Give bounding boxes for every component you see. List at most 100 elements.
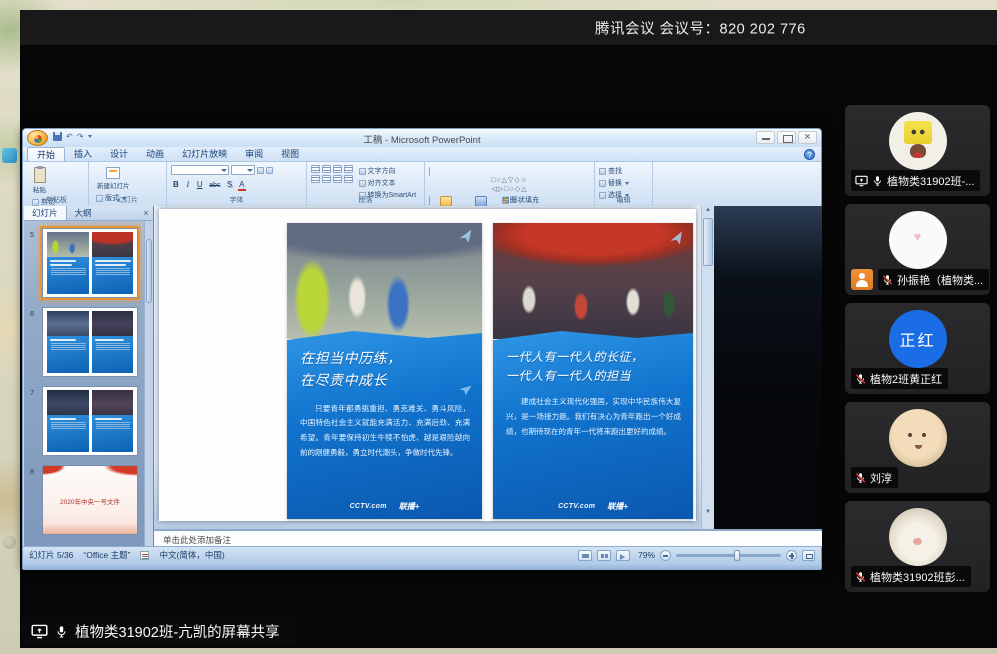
zoom-slider[interactable] [676, 554, 781, 557]
tab-slideshow[interactable]: 幻灯片放映 [173, 147, 236, 161]
align-right-icon[interactable] [333, 175, 342, 183]
office-button[interactable] [27, 130, 48, 146]
bullets-icon[interactable] [311, 165, 320, 173]
panel-tab-slides[interactable]: 幻灯片 [24, 206, 67, 220]
slideshow-view-button[interactable] [616, 550, 630, 561]
scroll-down-icon[interactable]: ▼ [702, 509, 714, 515]
zoom-percentage[interactable]: 79% [635, 550, 655, 560]
language-indicator[interactable]: 中文(简体，中国) [159, 549, 224, 561]
theme-name: “Office 主题” [83, 549, 130, 561]
close-button[interactable] [798, 131, 817, 144]
poster-photo [287, 223, 482, 339]
participant-tile[interactable]: 刘淳 [845, 402, 990, 493]
window-controls [756, 131, 817, 144]
slide-thumbnail[interactable]: 7 [42, 386, 139, 456]
font-color-button[interactable]: A [237, 180, 247, 191]
desktop-shortcut-icon[interactable] [2, 148, 17, 163]
tab-animations[interactable]: 动画 [137, 147, 173, 161]
avatar [889, 211, 947, 269]
align-left-icon[interactable] [311, 175, 320, 183]
slide-thumbnail[interactable]: 8 2020年中央一号文件 [42, 465, 139, 535]
poster-logos: CCTV.com 联播+ [287, 501, 482, 512]
tab-insert[interactable]: 插入 [65, 147, 101, 161]
replace-button[interactable]: 替换 [599, 178, 629, 188]
restore-button[interactable] [777, 131, 796, 144]
panel-close-icon[interactable]: × [139, 206, 153, 220]
redo-icon[interactable]: ↷ [77, 132, 84, 141]
slide-poster-right[interactable]: 一代人有一代人的长征， 一代人有一代人的担当 建成社会主义现代化强国，实现中华民… [493, 223, 693, 519]
group-editing: 查找 替换 选择 编辑 [595, 162, 653, 206]
tab-view[interactable]: 视图 [272, 147, 308, 161]
panel-tab-outline[interactable]: 大纲 [67, 206, 100, 220]
participant-tile[interactable]: 孙振艳（植物类... [845, 204, 990, 295]
poster-photo [493, 223, 693, 339]
bold-button[interactable]: B [171, 178, 181, 189]
mic-on-icon [55, 625, 68, 639]
dropdown-arrow-icon [625, 182, 629, 185]
align-center-icon[interactable] [322, 175, 331, 183]
hand-raised-icon [851, 269, 873, 290]
grow-font-icon[interactable] [257, 167, 264, 174]
paste-button[interactable]: 粘贴 [29, 165, 50, 196]
tab-review[interactable]: 审阅 [236, 147, 272, 161]
fit-to-window-button[interactable] [802, 550, 815, 561]
mic-muted-icon [855, 373, 866, 385]
justify-icon[interactable] [344, 175, 353, 183]
desktop-shortcut-icon[interactable] [3, 536, 16, 549]
participant-tile[interactable]: 植物类31902班-... [845, 105, 990, 196]
notes-pane[interactable]: 单击此处添加备注 [154, 529, 822, 546]
tab-design[interactable]: 设计 [101, 147, 137, 161]
align-text-button[interactable]: 对齐文本 [359, 178, 417, 188]
panel-scrollbar[interactable] [144, 221, 153, 546]
slide-canvas[interactable]: 在担当中历练， 在尽责中成长 只要青年都勇挑重担、勇克难关、勇斗风险，中国特色社… [159, 209, 696, 521]
slide-poster-left[interactable]: 在担当中历练， 在尽责中成长 只要青年都勇挑重担、勇克难关、勇斗风险，中国特色社… [287, 223, 482, 519]
indent-decrease-icon[interactable] [333, 165, 342, 173]
ppt-titlebar[interactable]: ↶ ↷ 工稿 - Microsoft PowerPoint [23, 129, 821, 147]
normal-view-button[interactable] [578, 550, 592, 561]
underline-button[interactable]: U [195, 178, 205, 189]
poster-blue-panel: 在担当中历练， 在尽责中成长 只要青年都勇挑重担、勇克难关、勇斗风险，中国特色社… [287, 331, 482, 519]
minimize-button[interactable] [756, 131, 775, 144]
participant-name-chip: 植物类31902班彭... [851, 566, 971, 587]
ribbon: 粘贴 剪切 复制 格式刷 剪贴板 新建幻灯片 版 [23, 162, 821, 206]
zoom-slider-thumb[interactable] [734, 550, 740, 561]
undo-icon[interactable]: ↶ [66, 132, 73, 141]
replace-icon [599, 180, 606, 187]
scroll-up-icon[interactable]: ▲ [702, 207, 714, 213]
numbering-icon[interactable] [322, 165, 331, 173]
screen-share-icon [31, 624, 48, 639]
font-size-combobox[interactable] [231, 165, 255, 175]
ribbon-tabs: 开始 插入 设计 动画 幻灯片放映 审阅 视图 [23, 147, 821, 162]
scrollbar-thumb[interactable] [703, 218, 713, 266]
slide-sorter-view-button[interactable] [597, 550, 611, 561]
group-drawing: □○△▽◇☆ ◁▷□○◇△ 排列 快速样式 形状填充 形状轮廓 形状效果 [425, 162, 595, 206]
italic-button[interactable]: I [183, 178, 192, 189]
slide-thumbnail[interactable]: 6 [42, 307, 139, 377]
indent-increase-icon[interactable] [344, 165, 353, 173]
shrink-font-icon[interactable] [266, 167, 273, 174]
zoom-in-button[interactable] [786, 550, 797, 561]
new-slide-button[interactable]: 新建幻灯片 [93, 165, 134, 192]
qat-dropdown-icon[interactable] [88, 135, 92, 138]
tab-home[interactable]: 开始 [27, 147, 65, 161]
participant-tile[interactable]: 正红 植物2班黄正红 [845, 303, 990, 394]
slide-scrollbar[interactable]: ▲ ▼ [701, 206, 714, 529]
help-icon[interactable] [804, 149, 815, 160]
save-icon[interactable] [53, 132, 62, 141]
find-button[interactable]: 查找 [599, 166, 629, 176]
participant-tile[interactable]: 植物类31902班彭... [845, 501, 990, 592]
participant-name: 刘淳 [870, 470, 892, 486]
participant-name-chip: 孙振艳（植物类... [878, 269, 989, 290]
shared-screen-region: ↶ ↷ 工稿 - Microsoft PowerPoint 开始 插入 设计 动… [20, 45, 997, 648]
zoom-out-button[interactable] [660, 550, 671, 561]
spellcheck-icon[interactable] [140, 551, 149, 560]
text-direction-button[interactable]: 文字方向 [359, 166, 417, 176]
text-shadow-button[interactable]: S [225, 178, 234, 189]
paper-plane-icon [457, 228, 476, 247]
ppt-status-bar: 幻灯片 5/36 “Office 主题” 中文(简体，中国) 79% [23, 546, 821, 563]
font-name-combobox[interactable] [171, 165, 229, 175]
strikethrough-button[interactable]: abc [207, 179, 222, 190]
avatar [889, 508, 947, 566]
avatar-initials: 正红 [899, 327, 935, 351]
slide-thumbnail[interactable]: 5 [42, 228, 139, 298]
